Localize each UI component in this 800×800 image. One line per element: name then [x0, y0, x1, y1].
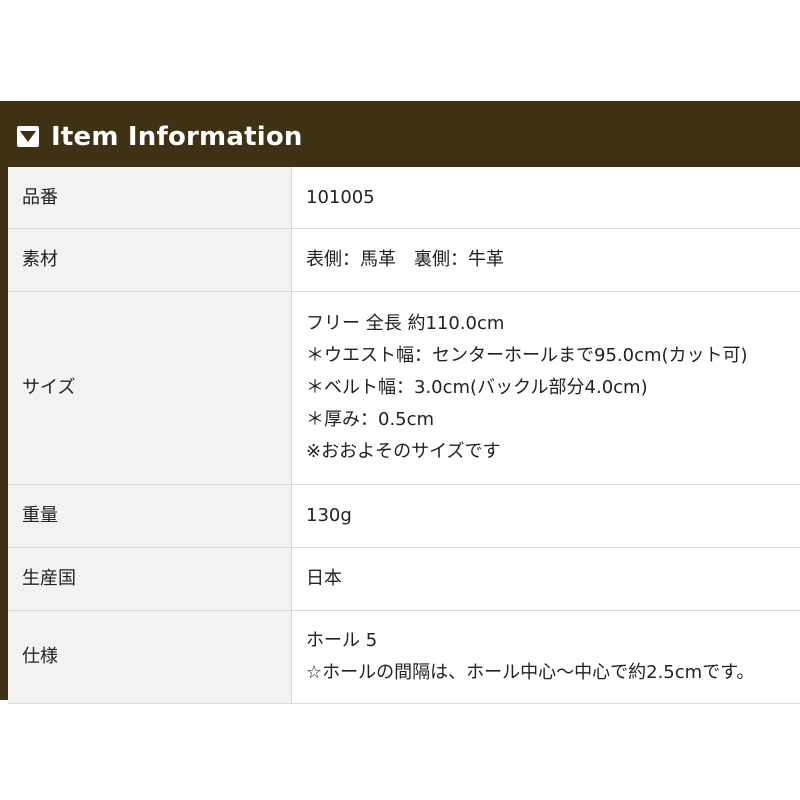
panel-title: Item Information — [51, 122, 303, 152]
table-row: 素材 表側：馬革 裏側：牛革 — [8, 228, 800, 292]
table-row: 生産国 日本 — [8, 547, 800, 611]
row-label-material: 素材 — [8, 228, 292, 292]
row-value-weight: 130g — [291, 484, 800, 548]
row-label-specification: 仕様 — [8, 610, 292, 704]
row-value-material: 表側：馬革 裏側：牛革 — [291, 228, 800, 292]
table-row: 仕様 ホール 5 ☆ホールの間隔は、ホール中心〜中心で約2.5cmです。 — [8, 610, 800, 704]
item-information-panel: Item Information 品番 101005 素材 表側：馬革 裏側：牛… — [0, 101, 800, 704]
row-label-size: サイズ — [8, 291, 292, 485]
panel-header[interactable]: Item Information — [0, 101, 800, 167]
item-information-table: 品番 101005 素材 表側：馬革 裏側：牛革 サイズ フリー 全長 約110… — [8, 167, 800, 704]
triangle-down-icon[interactable] — [17, 126, 39, 147]
row-label-country: 生産国 — [8, 547, 292, 611]
table-row: サイズ フリー 全長 約110.0cm ＊ウエスト幅：センターホールまで95.0… — [8, 291, 800, 485]
table-row: 品番 101005 — [8, 167, 800, 229]
row-value-product-number: 101005 — [291, 167, 800, 229]
row-value-specification: ホール 5 ☆ホールの間隔は、ホール中心〜中心で約2.5cmです。 — [291, 610, 800, 704]
table-row: 重量 130g — [8, 484, 800, 548]
row-value-size: フリー 全長 約110.0cm ＊ウエスト幅：センターホールまで95.0cm(カ… — [291, 291, 800, 485]
row-label-product-number: 品番 — [8, 167, 292, 229]
row-value-country: 日本 — [291, 547, 800, 611]
row-label-weight: 重量 — [8, 484, 292, 548]
